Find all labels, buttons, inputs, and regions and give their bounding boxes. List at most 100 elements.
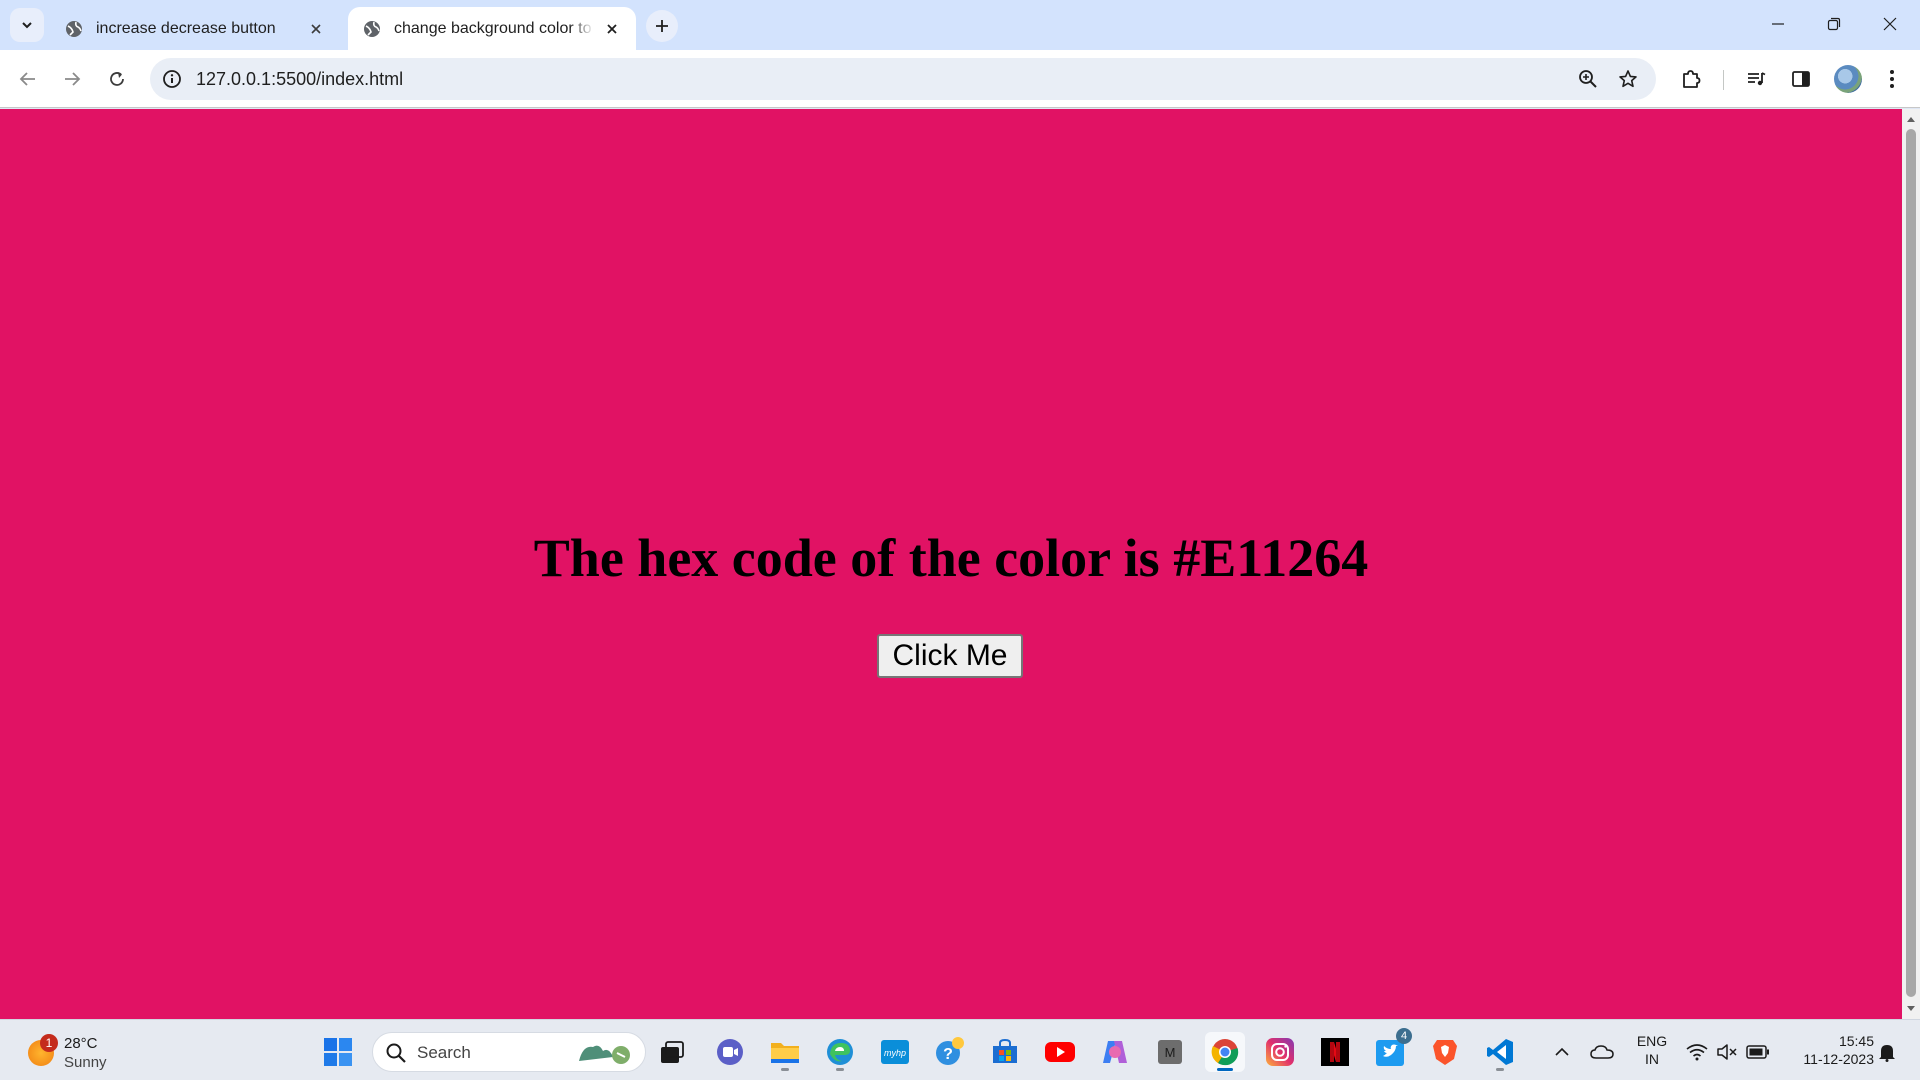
get-help-button[interactable]: ? <box>930 1032 970 1072</box>
notification-badge: 4 <box>1396 1028 1412 1044</box>
edge-icon <box>827 1039 853 1065</box>
taskbar-clock[interactable]: 15:45 11-12-2023 <box>1778 1032 1874 1068</box>
brave-lion-icon <box>1433 1040 1457 1065</box>
copilot-button[interactable] <box>1095 1032 1135 1072</box>
brave-button[interactable] <box>1425 1032 1465 1072</box>
search-highlight-icon <box>579 1045 630 1064</box>
start-button[interactable] <box>318 1032 358 1072</box>
search-placeholder: Search <box>417 1043 471 1062</box>
tab-increase-decrease[interactable]: increase decrease button <box>50 7 340 50</box>
instagram-button[interactable] <box>1260 1032 1300 1072</box>
file-explorer-button[interactable] <box>765 1032 805 1072</box>
language-region: IN <box>1645 1051 1659 1067</box>
volume-muted-icon <box>1717 1044 1737 1060</box>
twitter-button[interactable]: 4 <box>1370 1028 1412 1072</box>
clock-date: 11-12-2023 <box>1803 1051 1874 1067</box>
vscode-icon <box>1487 1039 1513 1065</box>
address-bar[interactable]: 127.0.0.1:5500/index.html <box>150 58 1656 100</box>
tab-change-background[interactable]: change background color to button <box>348 7 636 50</box>
running-indicator <box>836 1068 844 1071</box>
task-view-button[interactable] <box>652 1032 692 1072</box>
close-tab-icon[interactable] <box>304 17 328 41</box>
click-me-button[interactable]: Click Me <box>877 634 1023 678</box>
side-panel-icon <box>1792 71 1810 87</box>
wifi-button[interactable] <box>1684 1032 1710 1072</box>
media-queue-icon <box>1748 72 1766 86</box>
globe-icon <box>66 20 82 37</box>
task-view-icon <box>661 1041 684 1063</box>
battery-button[interactable] <box>1744 1032 1772 1072</box>
teams-meet-button[interactable] <box>710 1032 750 1072</box>
reload-button[interactable] <box>99 61 135 97</box>
minimize-button[interactable] <box>1750 0 1806 48</box>
chrome-icon <box>1211 1039 1239 1066</box>
page-viewport: The hex code of the color is #E11264 Cli… <box>0 109 1902 1019</box>
volume-button[interactable] <box>1714 1032 1740 1072</box>
chrome-button[interactable] <box>1205 1032 1245 1072</box>
weather-widget[interactable]: 1 28°C Sunny <box>24 1032 144 1072</box>
menu-button[interactable] <box>1874 61 1910 97</box>
active-indicator <box>1217 1068 1233 1071</box>
video-chat-icon <box>717 1039 743 1065</box>
language-code: ENG <box>1636 1033 1668 1049</box>
running-indicator <box>1496 1068 1504 1071</box>
svg-text:M: M <box>1165 1045 1176 1060</box>
restore-button[interactable] <box>1806 0 1862 48</box>
edge-button[interactable] <box>820 1032 860 1072</box>
copilot-icon <box>1103 1041 1127 1063</box>
netflix-button[interactable] <box>1315 1032 1355 1072</box>
profile-avatar[interactable] <box>1834 65 1862 93</box>
plus-icon <box>656 20 668 32</box>
microsoft-store-button[interactable] <box>985 1032 1025 1072</box>
windows-logo-icon <box>324 1038 352 1066</box>
svg-text:?: ? <box>943 1046 953 1063</box>
arrow-right-icon <box>65 72 81 86</box>
tab-title: increase decrease button <box>96 19 276 37</box>
chevron-down-icon <box>22 22 32 29</box>
close-icon <box>1883 17 1897 31</box>
bookmark-star-icon[interactable] <box>1614 65 1642 93</box>
weather-temperature: 28°C <box>64 1035 98 1052</box>
zoom-icon[interactable] <box>1574 65 1602 93</box>
page-heading: The hex code of the color is #E11264 <box>533 528 1369 588</box>
new-tab-button[interactable] <box>646 10 678 42</box>
notifications-button[interactable] <box>1874 1032 1900 1072</box>
youtube-button[interactable] <box>1040 1032 1080 1072</box>
onedrive-button[interactable] <box>1588 1032 1616 1072</box>
extensions-button[interactable] <box>1673 61 1709 97</box>
taskbar-search[interactable]: Search <box>372 1032 646 1072</box>
svg-text:myhp: myhp <box>884 1048 906 1058</box>
close-tab-icon[interactable] <box>600 17 624 41</box>
url-text[interactable]: 127.0.0.1:5500/index.html <box>196 69 403 90</box>
store-icon <box>993 1038 1017 1063</box>
myhp-icon: myhp <box>881 1040 909 1064</box>
youtube-icon <box>1045 1042 1075 1062</box>
browser-toolbar: 127.0.0.1:5500/index.html <box>0 50 1920 108</box>
site-info-icon[interactable] <box>160 67 184 91</box>
side-panel-button[interactable] <box>1783 61 1819 97</box>
netflix-icon <box>1321 1038 1349 1066</box>
page-scrollbar[interactable] <box>1902 109 1920 1019</box>
tab-search-button[interactable] <box>10 8 44 42</box>
cloud-icon <box>1590 1045 1614 1059</box>
weather-condition: Sunny <box>64 1054 107 1071</box>
scroll-up-arrow-icon[interactable] <box>1902 111 1920 127</box>
input-language-indicator[interactable]: ENG IN <box>1630 1032 1674 1068</box>
tab-title: change background color to button <box>394 19 594 37</box>
media-control-button[interactable] <box>1738 61 1774 97</box>
puzzle-icon <box>1683 70 1701 88</box>
vscode-button[interactable] <box>1480 1032 1520 1072</box>
forward-button[interactable] <box>54 61 90 97</box>
folder-icon <box>771 1043 799 1063</box>
back-button[interactable] <box>10 61 46 97</box>
myhp-button[interactable]: myhp <box>875 1032 915 1072</box>
tab-strip: increase decrease button change backgrou… <box>0 0 1920 50</box>
reload-icon <box>110 72 124 86</box>
battery-icon <box>1746 1045 1769 1059</box>
toolbar-separator <box>1723 70 1724 90</box>
scrollbar-thumb[interactable] <box>1906 129 1916 997</box>
scroll-down-arrow-icon[interactable] <box>1902 1001 1920 1017</box>
m-app-button[interactable]: M <box>1150 1032 1190 1072</box>
show-hidden-icons-button[interactable] <box>1550 1032 1574 1072</box>
close-window-button[interactable] <box>1862 0 1918 48</box>
